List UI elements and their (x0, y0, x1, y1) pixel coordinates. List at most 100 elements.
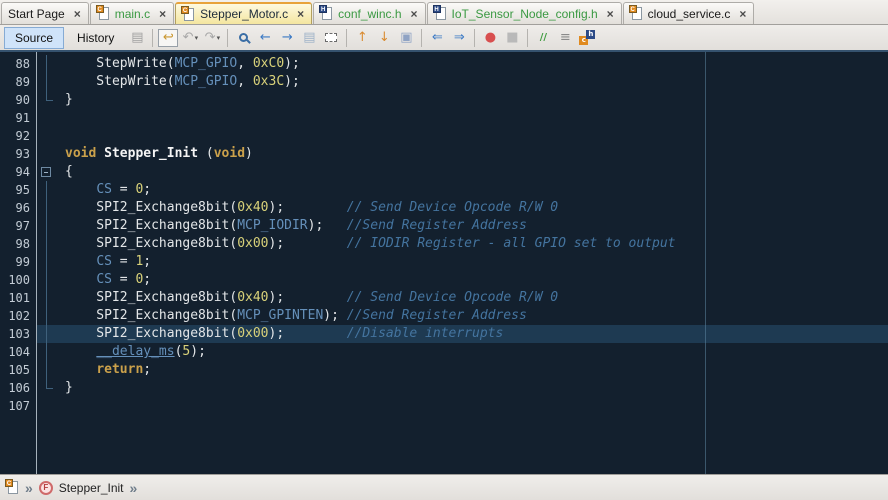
code-line[interactable]: 97 SPI2_Exchange8bit(MCP_IODIR); //Send … (0, 217, 888, 235)
line-number[interactable]: 93 (0, 145, 37, 163)
tab-close-icon[interactable]: × (739, 9, 746, 19)
code-text[interactable]: SPI2_Exchange8bit(MCP_IODIR); //Send Reg… (65, 217, 888, 235)
line-number[interactable]: 101 (0, 289, 37, 307)
next-bookmark-icon[interactable]: ↓ (374, 28, 394, 48)
code-text[interactable]: CS = 0; (65, 181, 888, 199)
line-number[interactable]: 89 (0, 73, 37, 91)
last-edit-location-icon[interactable]: ↩ (158, 29, 178, 47)
tab-close-icon[interactable]: × (297, 9, 304, 19)
start-macro-recording-icon[interactable]: ● (480, 28, 500, 48)
tab-iot-sensor-node-config-h[interactable]: HIoT_Sensor_Node_config.h× (427, 2, 622, 24)
fold-indicator[interactable] (37, 163, 65, 181)
uncomment-icon[interactable]: ≡ (555, 28, 575, 48)
line-number[interactable]: 99 (0, 253, 37, 271)
breadcrumb-chevron-icon[interactable]: » (25, 481, 33, 495)
code-line[interactable]: 105 return; (0, 361, 888, 379)
tab-start-page[interactable]: Start Page× (1, 2, 89, 24)
line-number[interactable]: 106 (0, 379, 37, 397)
code-text[interactable]: } (65, 91, 888, 109)
code-text[interactable]: { (65, 163, 888, 181)
history-button[interactable]: History (66, 27, 125, 49)
line-number[interactable]: 98 (0, 235, 37, 253)
code-line[interactable]: 89 StepWrite(MCP_GPIO, 0x3C); (0, 73, 888, 91)
line-number[interactable]: 88 (0, 55, 37, 73)
code-line[interactable]: 103 SPI2_Exchange8bit(0x00); //Disable i… (0, 325, 888, 343)
code-text[interactable] (65, 127, 888, 145)
code-text[interactable] (65, 397, 888, 415)
code-text[interactable]: __delay_ms(5); (65, 343, 888, 361)
line-number[interactable]: 107 (0, 397, 37, 415)
code-text[interactable]: void Stepper_Init (void) (65, 145, 888, 163)
tab-stepper-motor-c[interactable]: CStepper_Motor.c× (175, 2, 312, 24)
line-number[interactable]: 90 (0, 91, 37, 109)
code-line[interactable]: 96 SPI2_Exchange8bit(0x40); // Send Devi… (0, 199, 888, 217)
line-number[interactable]: 105 (0, 361, 37, 379)
tab-close-icon[interactable]: × (607, 9, 614, 19)
breadcrumb-chevron-icon[interactable]: » (130, 481, 138, 495)
line-number[interactable]: 100 (0, 271, 37, 289)
back-icon[interactable]: ↶▾ (180, 28, 200, 48)
tab-cloud-service-c[interactable]: Ccloud_service.c× (623, 2, 755, 24)
line-number[interactable]: 91 (0, 109, 37, 127)
code-text[interactable] (65, 109, 888, 127)
code-text[interactable]: StepWrite(MCP_GPIO, 0xC0); (65, 55, 888, 73)
code-line[interactable]: 107 (0, 397, 888, 415)
line-number[interactable]: 97 (0, 217, 37, 235)
code-text[interactable]: SPI2_Exchange8bit(0x40); // Send Device … (65, 289, 888, 307)
dropdown-caret-icon[interactable]: ▾ (217, 34, 221, 42)
code-line[interactable]: 88 StepWrite(MCP_GPIO, 0xC0); (0, 55, 888, 73)
source-button[interactable]: Source (4, 27, 64, 49)
code-text[interactable]: SPI2_Exchange8bit(MCP_GPINTEN); //Send R… (65, 307, 888, 325)
tab-conf-winc-h[interactable]: Hconf_winc.h× (313, 2, 425, 24)
line-number[interactable]: 94 (0, 163, 37, 181)
code-text[interactable]: SPI2_Exchange8bit(0x00); //Disable inter… (65, 325, 888, 343)
find-next-icon[interactable]: → (277, 28, 297, 48)
line-number[interactable]: 96 (0, 199, 37, 217)
toggle-bookmark-icon[interactable]: ▣ (396, 28, 416, 48)
code-line[interactable]: 90} (0, 91, 888, 109)
code-line[interactable]: 98 SPI2_Exchange8bit(0x00); // IODIR Reg… (0, 235, 888, 253)
code-line[interactable]: 99 CS = 1; (0, 253, 888, 271)
code-line[interactable]: 95 CS = 0; (0, 181, 888, 199)
line-number[interactable]: 102 (0, 307, 37, 325)
line-number[interactable]: 92 (0, 127, 37, 145)
diff-icon[interactable]: ▤ (127, 28, 147, 48)
shift-line-right-icon[interactable]: ⇒ (449, 28, 469, 48)
tab-main-c[interactable]: Cmain.c× (90, 2, 174, 24)
previous-bookmark-icon[interactable]: ↑ (352, 28, 372, 48)
code-line[interactable]: 106} (0, 379, 888, 397)
find-previous-icon[interactable]: ← (255, 28, 275, 48)
tab-close-icon[interactable]: × (159, 9, 166, 19)
code-line[interactable]: 92 (0, 127, 888, 145)
code-text[interactable]: StepWrite(MCP_GPIO, 0x3C); (65, 73, 888, 91)
fold-collapse-box[interactable] (41, 167, 51, 177)
dropdown-caret-icon[interactable]: ▾ (195, 34, 199, 42)
shift-line-left-icon[interactable]: ⇐ (427, 28, 447, 48)
code-text[interactable]: } (65, 379, 888, 397)
code-text[interactable]: SPI2_Exchange8bit(0x40); // Send Device … (65, 199, 888, 217)
forward-icon[interactable]: ↷▾ (202, 28, 222, 48)
code-editor[interactable]: 88 StepWrite(MCP_GPIO, 0xC0);89 StepWrit… (0, 52, 888, 474)
find-selection-icon[interactable] (233, 28, 253, 48)
code-text[interactable]: SPI2_Exchange8bit(0x00); // IODIR Regist… (65, 235, 888, 253)
line-number[interactable]: 103 (0, 325, 37, 343)
tab-close-icon[interactable]: × (411, 9, 418, 19)
line-number[interactable]: 95 (0, 181, 37, 199)
tab-close-icon[interactable]: × (74, 9, 81, 19)
stop-macro-recording-icon[interactable]: ■ (502, 28, 522, 48)
code-text[interactable]: return; (65, 361, 888, 379)
code-line[interactable]: 100 CS = 0; (0, 271, 888, 289)
toggle-highlight-search-icon[interactable]: ▤ (299, 28, 319, 48)
code-line[interactable]: 102 SPI2_Exchange8bit(MCP_GPINTEN); //Se… (0, 307, 888, 325)
breadcrumb-function-name[interactable]: Stepper_Init (59, 481, 124, 495)
toggle-header-source-icon[interactable]: ch (577, 28, 597, 48)
code-text[interactable]: CS = 1; (65, 253, 888, 271)
code-line[interactable]: 93 void Stepper_Init (void) (0, 145, 888, 163)
line-number[interactable]: 104 (0, 343, 37, 361)
code-line[interactable]: 91 (0, 109, 888, 127)
code-line[interactable]: 104 __delay_ms(5); (0, 343, 888, 361)
c-file-icon[interactable]: C (6, 480, 19, 495)
code-line[interactable]: 94 { (0, 163, 888, 181)
code-text[interactable]: CS = 0; (65, 271, 888, 289)
rectangular-selection-icon[interactable] (321, 28, 341, 48)
